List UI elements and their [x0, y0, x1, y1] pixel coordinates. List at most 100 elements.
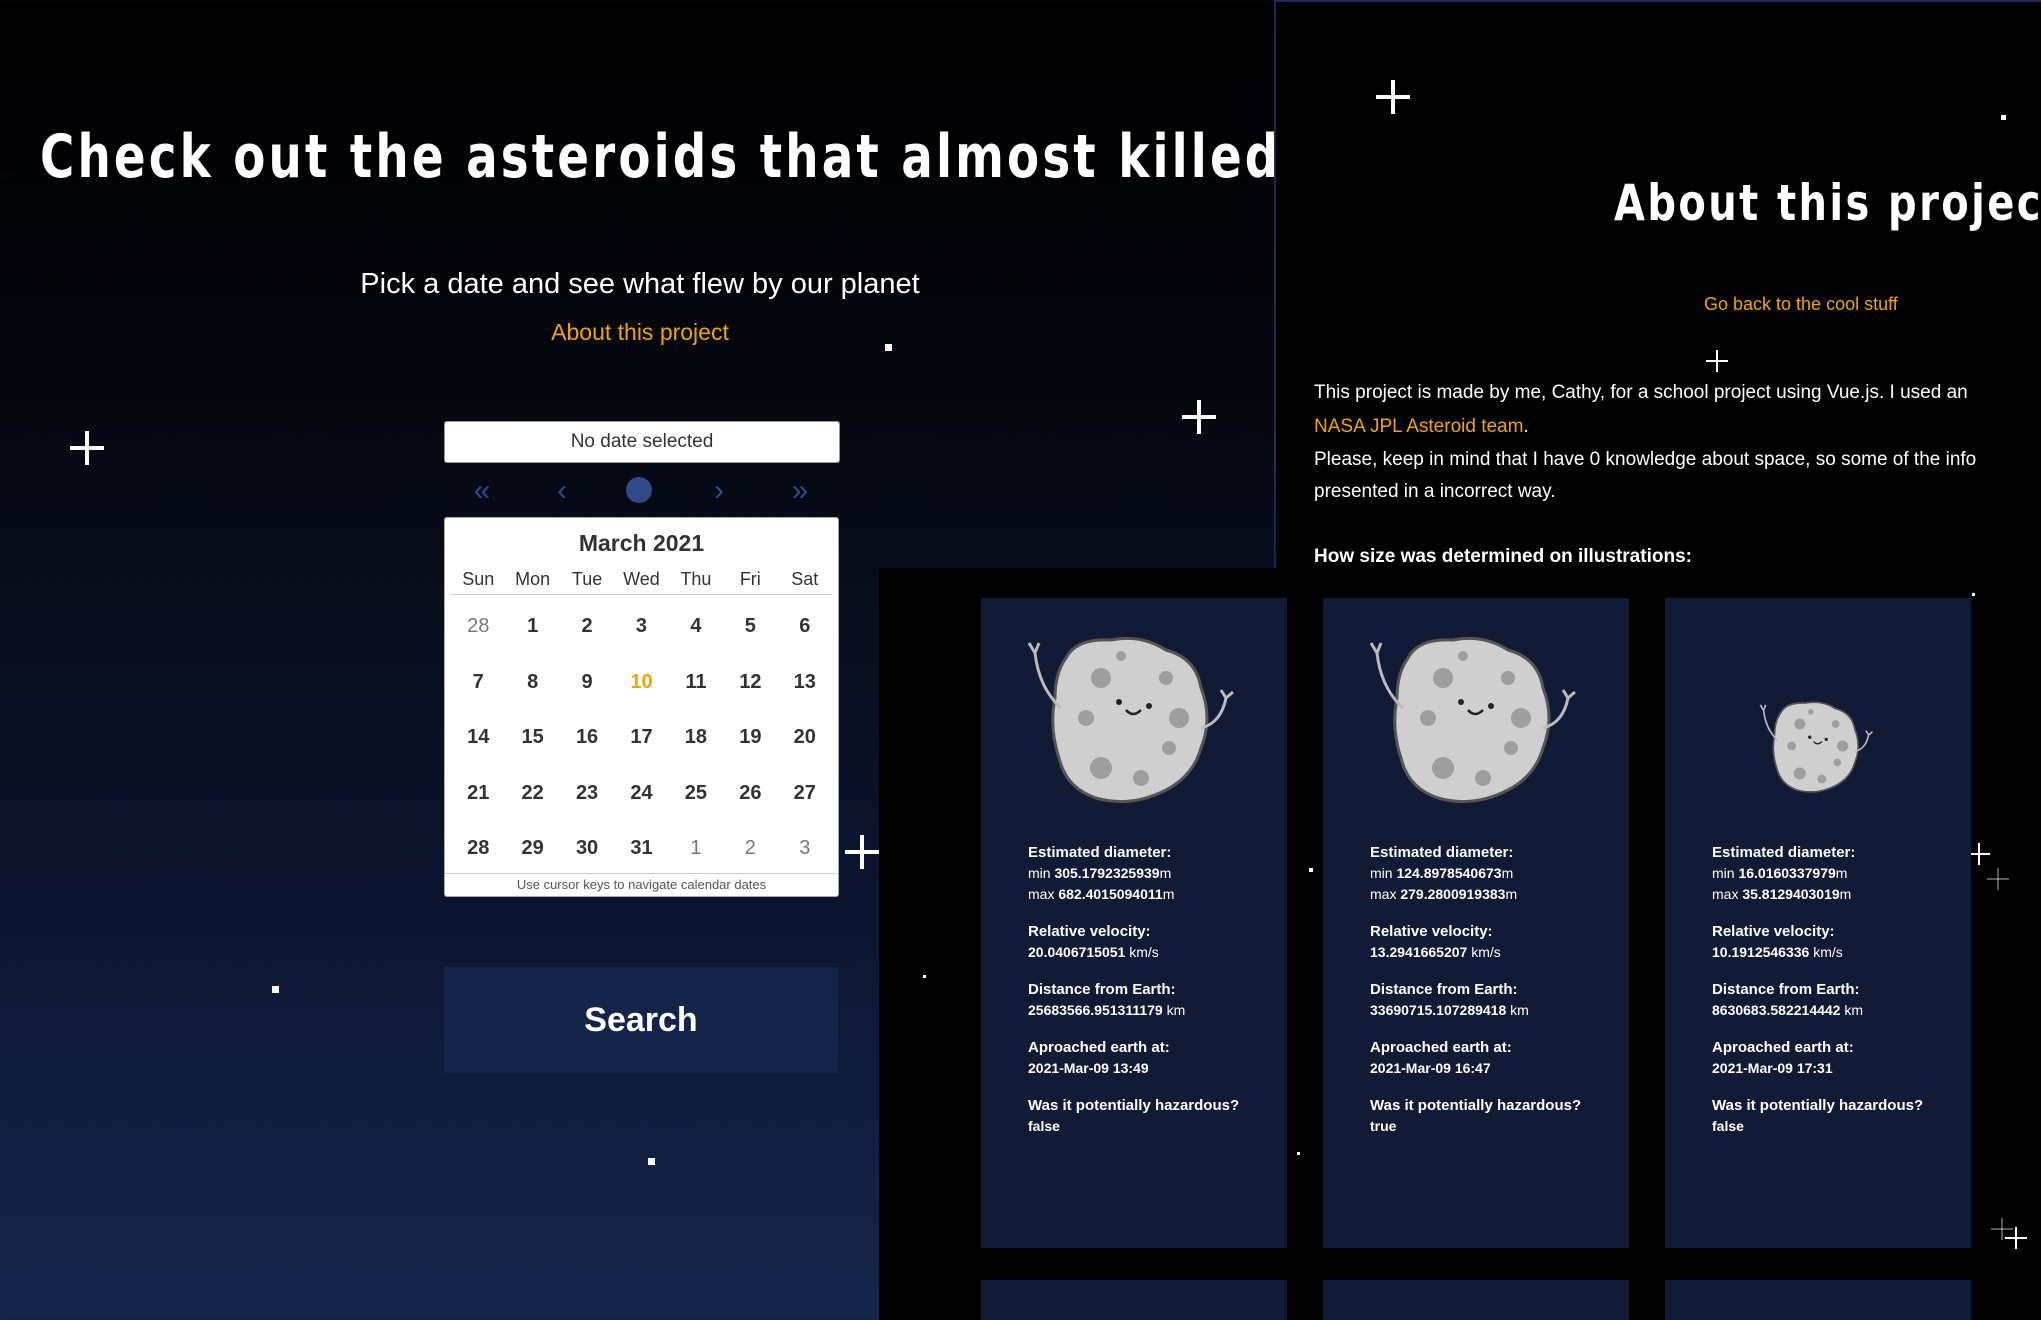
approached-label: Aproached earth at:: [1712, 1039, 1854, 1056]
hazard-label: Was it potentially hazardous?: [1712, 1097, 1924, 1114]
weekday-label: Sun: [462, 569, 495, 589]
calendar-day[interactable]: 25: [669, 766, 723, 822]
results-panel: Estimated diameter: min 305.1792325939m …: [879, 568, 2041, 1320]
sparkle-star-icon: [1182, 400, 1216, 434]
about-text-line: This project is made by me, Cathy, for a…: [1314, 382, 1968, 403]
calendar-day[interactable]: 1: [669, 821, 723, 877]
calendar-day[interactable]: 8: [505, 655, 559, 711]
asteroid-card: Estimated diameter: min 16.0160337979m m…: [1665, 598, 1971, 1248]
prev-year-button[interactable]: «: [452, 474, 512, 508]
calendar-grid: 28 1 2 3 4 5 6 7 8 9 10 11 12 13 14 15 16 17 18 19 20 21 22 23 2…: [451, 599, 832, 877]
about-title: About this project: [1614, 174, 2041, 232]
approached-value: 2021-Mar-09 13:49: [1028, 1060, 1149, 1076]
calendar-day[interactable]: 4: [669, 599, 723, 655]
calendar-day[interactable]: 22: [505, 766, 559, 822]
velocity-label: Relative velocity:: [1712, 923, 1835, 940]
star-dot: [648, 1158, 655, 1165]
sparkle-star-icon: [845, 835, 879, 869]
distance-label: Distance from Earth:: [1712, 981, 1860, 998]
weekday-label: Sat: [791, 569, 819, 589]
distance-value: 25683566.951311179 km: [1028, 1002, 1186, 1018]
calendar-day[interactable]: 31: [614, 821, 668, 877]
hazard-label: Was it potentially hazardous?: [1028, 1097, 1240, 1114]
calendar-day[interactable]: 2: [560, 599, 614, 655]
weekday-label: Wed: [623, 569, 660, 589]
next-year-button[interactable]: »: [770, 474, 830, 508]
calendar-day[interactable]: 23: [560, 766, 614, 822]
calendar-day[interactable]: 3: [778, 821, 832, 877]
prev-month-button[interactable]: ‹: [532, 474, 592, 508]
calendar-day[interactable]: 5: [723, 599, 777, 655]
calendar-day[interactable]: 18: [669, 710, 723, 766]
page-title: Check out the asteroids that almost kill…: [40, 122, 1369, 192]
calendar-day[interactable]: 15: [505, 710, 559, 766]
about-text-line: NASA JPL Asteroid team.: [1314, 416, 1529, 437]
calendar-day[interactable]: 1: [505, 599, 559, 655]
nasa-link[interactable]: NASA JPL Asteroid team: [1314, 416, 1523, 437]
asteroid-card: Estimated diameter: min 305.1792325939m …: [981, 598, 1287, 1248]
calendar-day[interactable]: 16: [560, 710, 614, 766]
hazard-value: false: [1712, 1118, 1744, 1134]
current-month-button[interactable]: [626, 477, 652, 503]
asteroid-info: Estimated diameter: min 305.1792325939m …: [1028, 842, 1268, 1137]
asteroid-info: Estimated diameter: min 16.0160337979m m…: [1712, 842, 1952, 1137]
calendar-day[interactable]: 7: [451, 655, 505, 711]
approached-value: 2021-Mar-09 17:31: [1712, 1060, 1833, 1076]
weekday-header: Sun Mon Tue Wed Thu Fri Sat: [451, 569, 832, 595]
calendar-day[interactable]: 26: [723, 766, 777, 822]
diameter-max: max 279.2800919383m: [1370, 886, 1518, 902]
date-field[interactable]: No date selected: [444, 421, 840, 463]
approached-label: Aproached earth at:: [1370, 1039, 1512, 1056]
calendar-day[interactable]: 11: [669, 655, 723, 711]
asteroid-illustration-icon: [1369, 636, 1576, 804]
weekday-label: Mon: [515, 569, 551, 589]
calendar-month-title: March 2021: [578, 530, 705, 556]
calendar-day[interactable]: 30: [560, 821, 614, 877]
about-text-line: Please, keep in mind that I have 0 knowl…: [1314, 449, 1977, 470]
calendar-day[interactable]: 27: [778, 766, 832, 822]
sparkle-star-icon: [1968, 843, 1990, 865]
hazard-value: true: [1370, 1118, 1397, 1134]
calendar-day[interactable]: 29: [505, 821, 559, 877]
calendar-day[interactable]: 19: [723, 710, 777, 766]
next-month-button[interactable]: ›: [689, 474, 749, 508]
star-dot: [923, 975, 926, 978]
star-dot: [272, 986, 279, 993]
asteroid-card-partial: [1665, 1280, 1971, 1320]
calendar-day[interactable]: 10: [614, 655, 668, 711]
calendar-day[interactable]: 28: [451, 821, 505, 877]
calendar-day[interactable]: 20: [778, 710, 832, 766]
back-link[interactable]: Go back to the cool stuff: [1704, 294, 1898, 315]
calendar-day[interactable]: 6: [778, 599, 832, 655]
diameter-max: max 35.8129403019m: [1712, 886, 1852, 902]
calendar-day[interactable]: 3: [614, 599, 668, 655]
calendar-day[interactable]: 17: [614, 710, 668, 766]
velocity-value: 20.0406715051 km/s: [1028, 944, 1159, 960]
calendar-day[interactable]: 13: [778, 655, 832, 711]
calendar-day[interactable]: 2: [723, 821, 777, 877]
about-project-link[interactable]: About this project: [290, 319, 990, 346]
calendar-day[interactable]: 9: [560, 655, 614, 711]
hazard-label: Was it potentially hazardous?: [1370, 1097, 1582, 1114]
sparkle-star-icon: [70, 431, 104, 465]
calendar-day[interactable]: 24: [614, 766, 668, 822]
calendar-day[interactable]: 14: [451, 710, 505, 766]
diameter-min: min 305.1792325939m: [1028, 865, 1172, 881]
page-subtitle: Pick a date and see what flew by our pla…: [360, 268, 920, 300]
calendar-day[interactable]: 21: [451, 766, 505, 822]
calendar-day[interactable]: 12: [723, 655, 777, 711]
calendar: March 2021 Sun Mon Tue Wed Thu Fri Sat 28 1 2 3 4 5…: [444, 517, 839, 897]
velocity-value: 10.1912546336 km/s: [1712, 944, 1843, 960]
velocity-value: 13.2941665207 km/s: [1370, 944, 1501, 960]
calendar-day[interactable]: 28: [451, 599, 505, 655]
search-button[interactable]: Search: [444, 967, 838, 1073]
diameter-label: Estimated diameter:: [1370, 844, 1514, 861]
star-dot: [2001, 115, 2006, 120]
asteroid-card: Estimated diameter: min 124.8978540673m …: [1323, 598, 1629, 1248]
weekday-label: Tue: [571, 569, 603, 589]
diameter-max: max 682.4015094011m: [1028, 886, 1175, 902]
hazard-value: false: [1028, 1118, 1060, 1134]
star-dot: [1972, 593, 1975, 596]
velocity-label: Relative velocity:: [1370, 923, 1493, 940]
distance-label: Distance from Earth:: [1370, 981, 1518, 998]
